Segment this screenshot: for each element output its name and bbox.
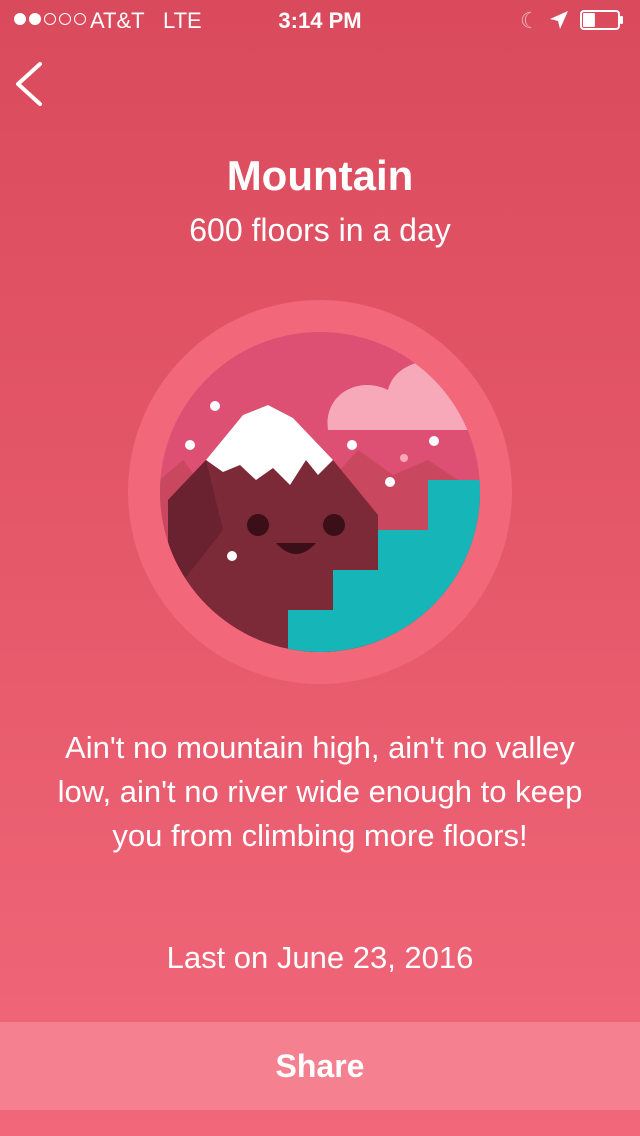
badge-description: Ain't no mountain high, ain't no valley … — [57, 730, 583, 853]
badge-detail-screen: AT&T LTE 3:14 PM ☾ Mountain 600 floors i… — [0, 0, 640, 1136]
status-bar: AT&T LTE 3:14 PM ☾ — [0, 0, 640, 40]
mountain-badge — [128, 300, 512, 684]
location-arrow-icon — [550, 11, 568, 29]
battery-icon — [580, 10, 623, 30]
chevron-left-icon — [16, 62, 42, 106]
share-button[interactable]: Share — [0, 1022, 640, 1110]
last-earned-date: Last on June 23, 2016 — [166, 940, 474, 975]
page-title: Mountain — [226, 152, 414, 199]
badge-subtitle: 600 floors in a day — [189, 212, 451, 248]
moon-icon: ☾ — [520, 8, 540, 33]
status-time: 3:14 PM — [278, 8, 362, 33]
back-button[interactable] — [10, 56, 54, 112]
